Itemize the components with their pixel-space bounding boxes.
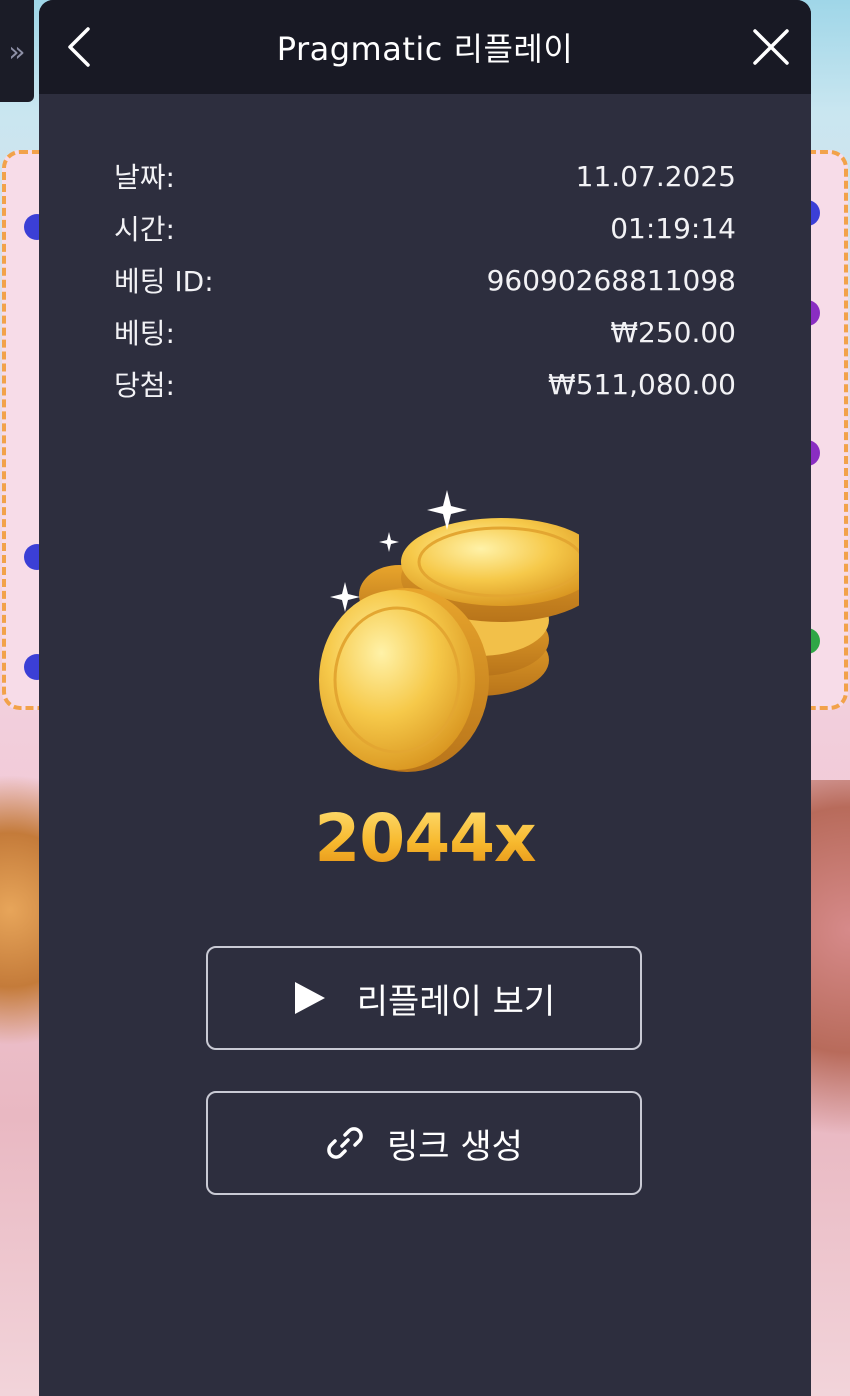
close-button[interactable] bbox=[741, 17, 801, 77]
bet-info-row-bet: 베팅: ₩250.00 bbox=[114, 306, 736, 358]
bet-amount-label: 베팅: bbox=[114, 317, 175, 350]
background-cake-left bbox=[0, 760, 40, 1100]
date-label: 날짜: bbox=[114, 161, 175, 194]
time-value: 01:19:14 bbox=[610, 211, 736, 245]
create-link-button[interactable]: 링크 생성 bbox=[206, 1091, 642, 1195]
view-replay-label: 리플레이 보기 bbox=[356, 981, 556, 1022]
bet-id-label: 베팅 ID: bbox=[114, 265, 214, 298]
modal-title: Pragmatic 리플레이 bbox=[276, 30, 574, 68]
bet-info-row-id: 베팅 ID: 96090268811098 bbox=[114, 254, 736, 306]
win-amount-label: 당첨: bbox=[114, 369, 175, 402]
play-icon bbox=[293, 980, 327, 1016]
date-value: 11.07.2025 bbox=[575, 159, 736, 193]
bet-info-row-date: 날짜: 11.07.2025 bbox=[114, 150, 736, 202]
back-button[interactable] bbox=[49, 17, 109, 77]
double-chevron-right-icon: » bbox=[8, 34, 26, 68]
background-cake-right bbox=[810, 780, 850, 1200]
chevron-left-icon bbox=[68, 27, 90, 67]
create-link-label: 링크 생성 bbox=[387, 1126, 523, 1167]
link-icon bbox=[325, 1123, 365, 1163]
replay-modal: Pragmatic 리플레이 날짜: 11.07.2025 시간: 01:19:… bbox=[39, 0, 811, 1396]
bet-info-row-win: 당첨: ₩511,080.00 bbox=[114, 358, 736, 410]
bet-amount-value: ₩250.00 bbox=[610, 315, 736, 349]
win-amount-value: ₩511,080.00 bbox=[547, 367, 736, 401]
modal-header: Pragmatic 리플레이 bbox=[39, 0, 811, 94]
background-frame-right bbox=[808, 150, 848, 710]
close-icon bbox=[753, 29, 789, 65]
gold-coins-icon bbox=[319, 490, 579, 772]
expand-sidebar-button[interactable]: » bbox=[0, 0, 34, 102]
bet-info-list: 날짜: 11.07.2025 시간: 01:19:14 베팅 ID: 96090… bbox=[114, 150, 736, 410]
win-multiplier: 2044x bbox=[39, 800, 811, 877]
view-replay-button[interactable]: 리플레이 보기 bbox=[206, 946, 642, 1050]
bet-info-row-time: 시간: 01:19:14 bbox=[114, 202, 736, 254]
bet-id-value: 96090268811098 bbox=[486, 263, 736, 297]
time-label: 시간: bbox=[114, 213, 175, 246]
